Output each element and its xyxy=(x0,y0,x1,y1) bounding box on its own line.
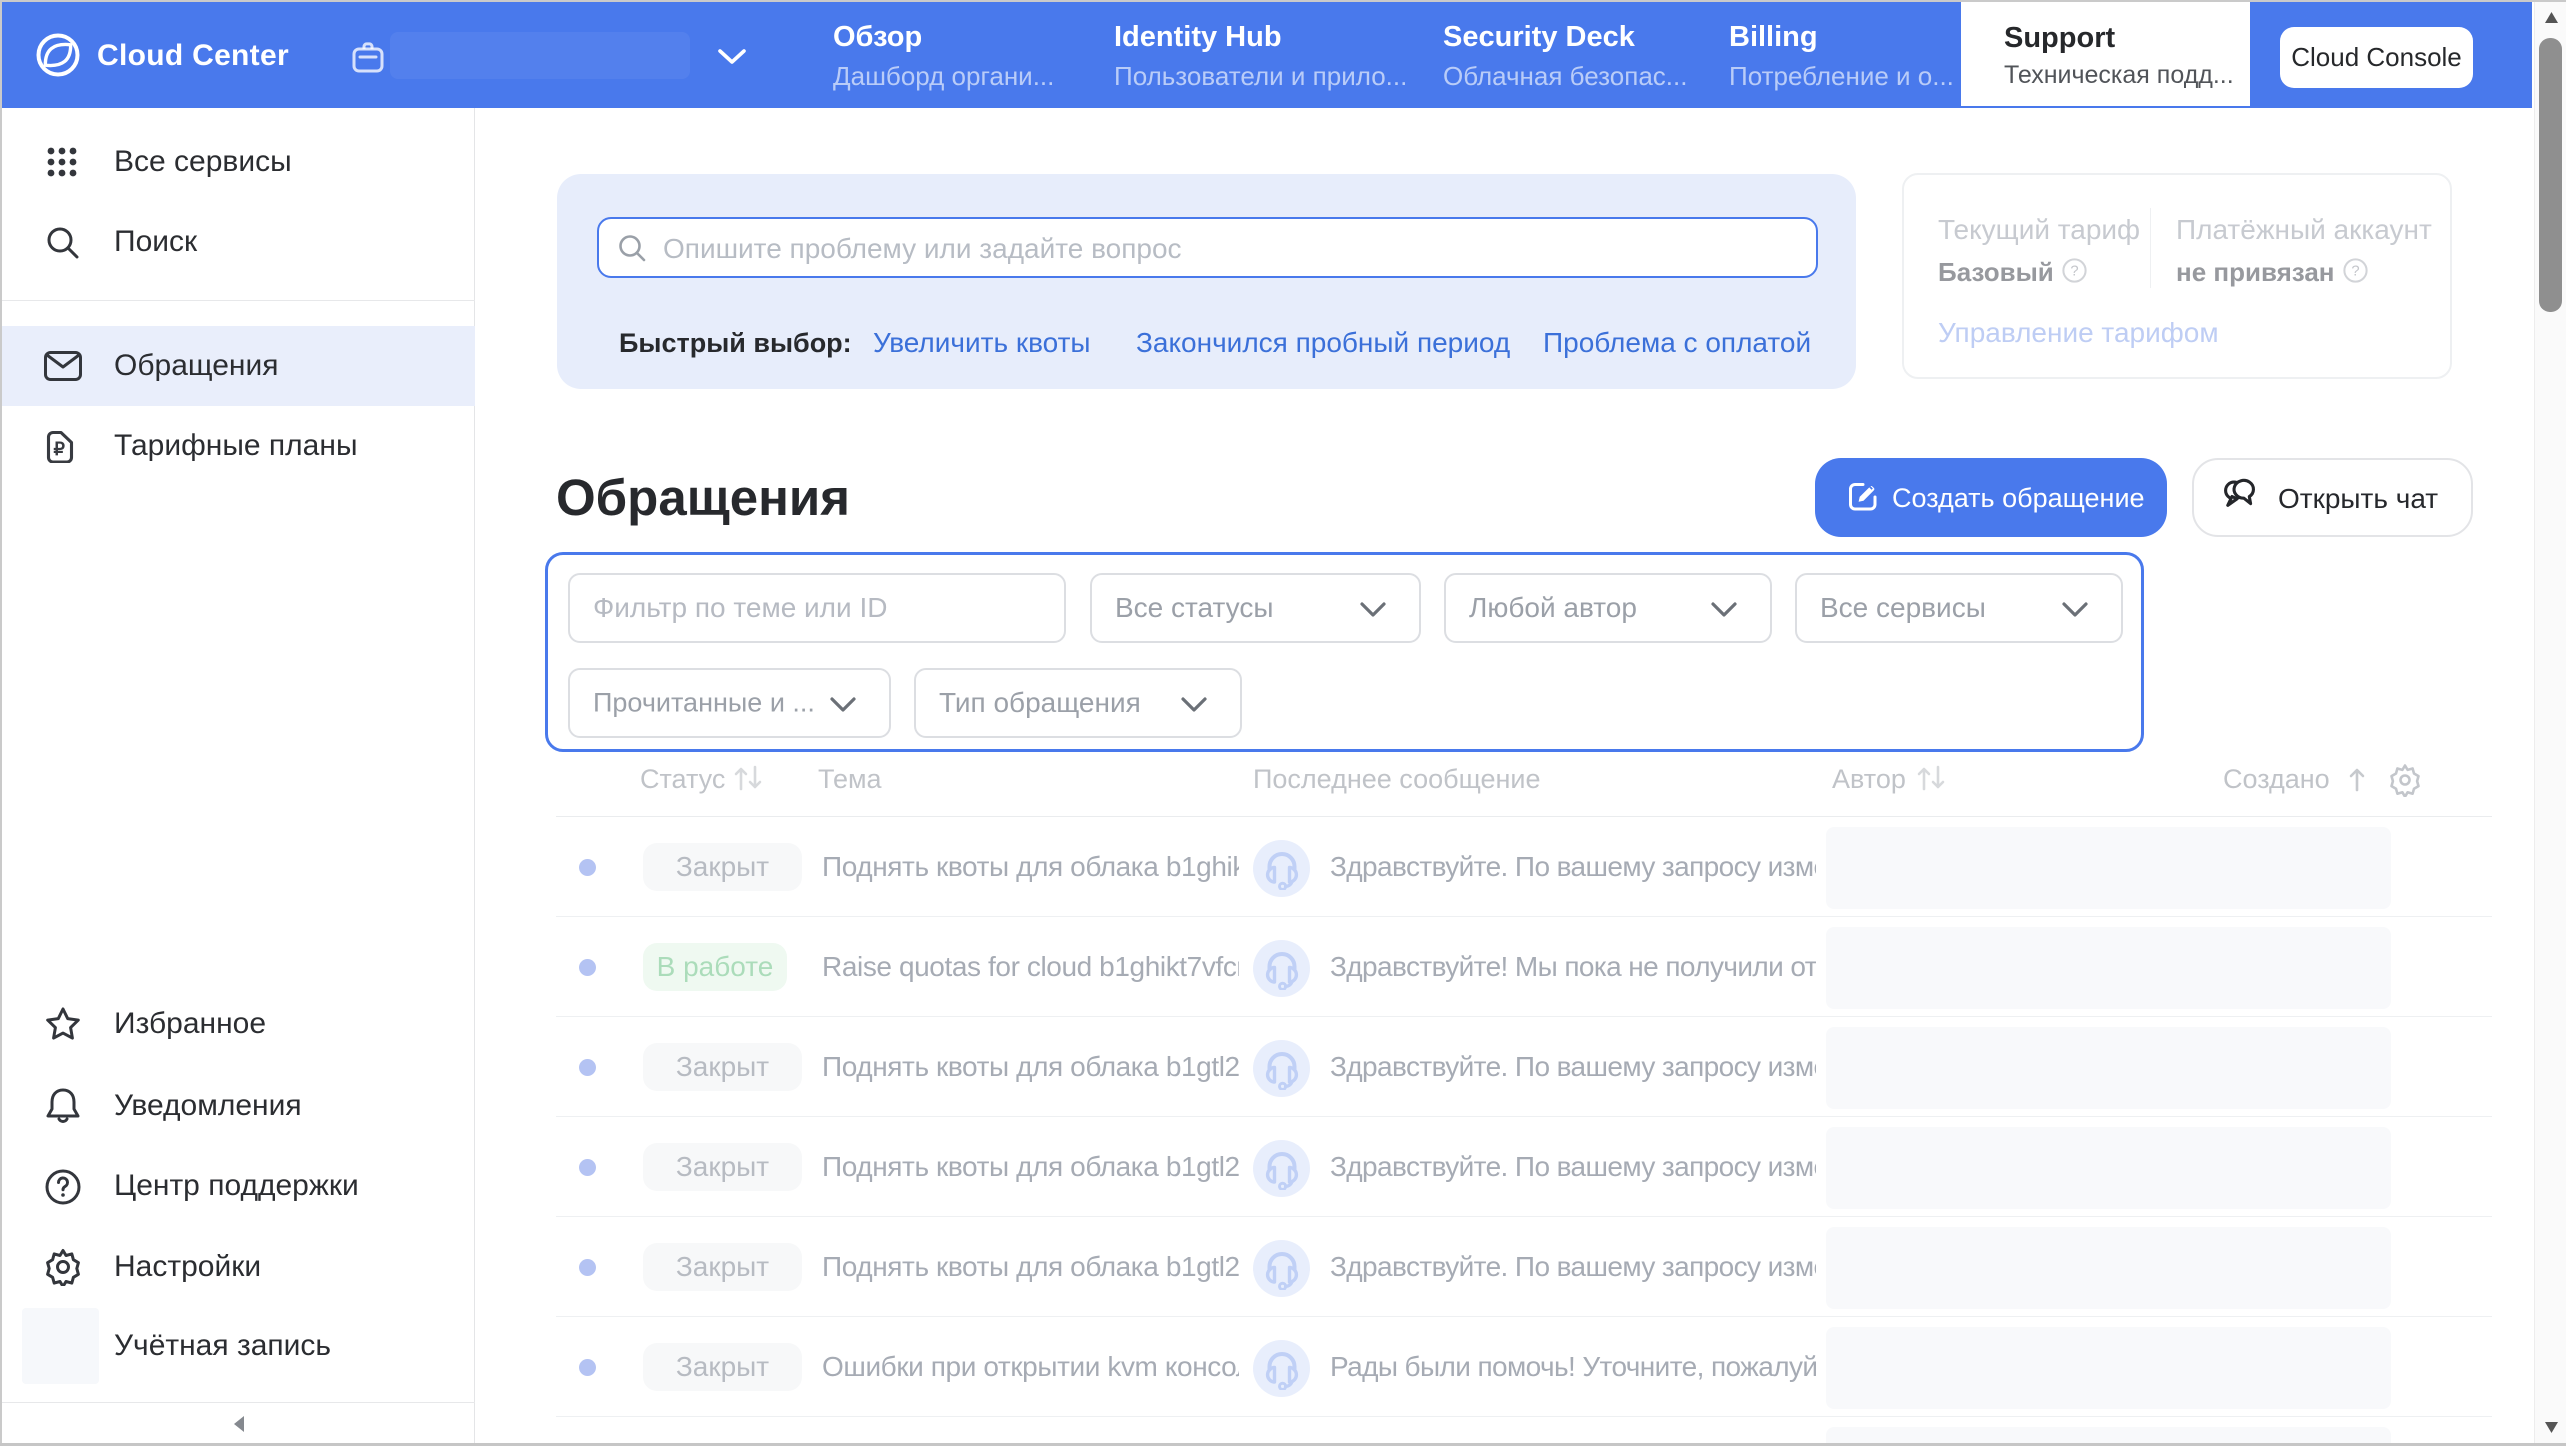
svg-text:₽: ₽ xyxy=(54,439,66,459)
svg-text:?: ? xyxy=(2070,264,2078,280)
svg-text:?: ? xyxy=(2351,264,2359,280)
